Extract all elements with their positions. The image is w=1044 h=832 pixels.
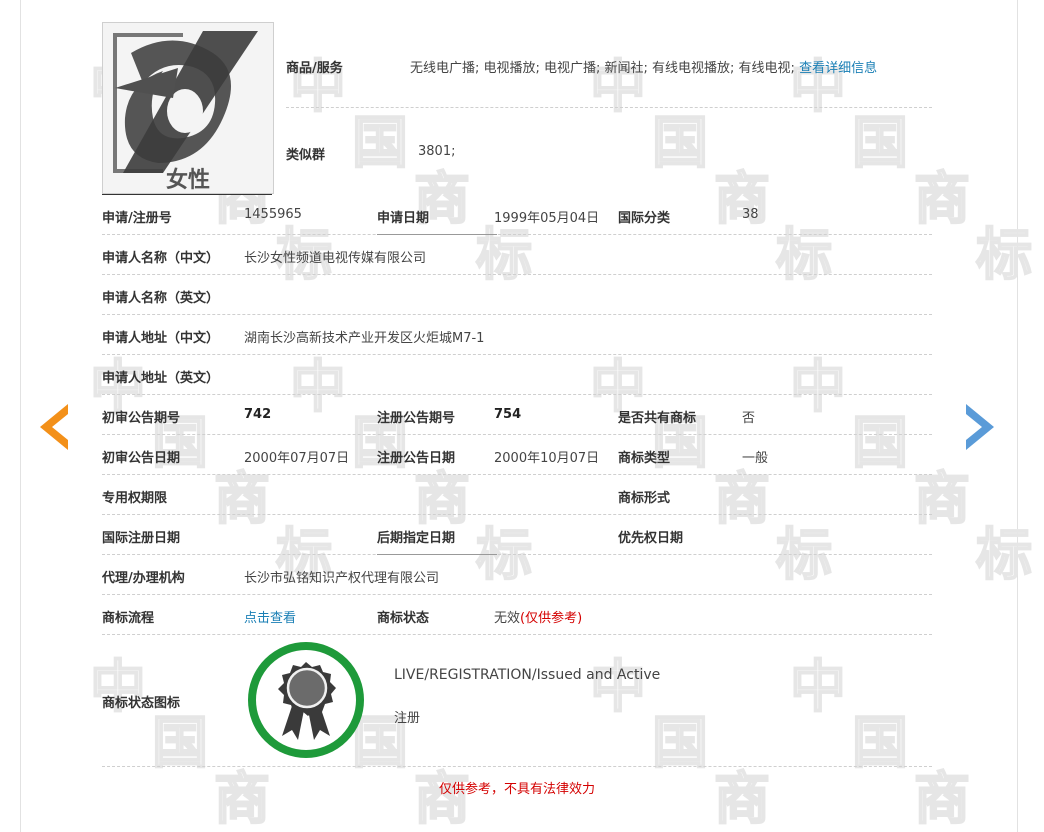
divider	[102, 194, 272, 195]
intl-class-value: 38	[742, 207, 759, 222]
divider	[102, 766, 932, 767]
divider	[102, 434, 932, 435]
app-date-label: 申请日期	[377, 211, 430, 226]
status-text: 无效	[494, 611, 521, 626]
applicant-en-label: 申请人名称（英文）	[102, 291, 220, 306]
later-date-label: 后期指定日期	[377, 531, 456, 546]
divider	[102, 274, 932, 275]
intl-class-label: 国际分类	[618, 211, 671, 226]
view-details-link[interactable]: 查看详细信息	[799, 61, 877, 76]
registration-seal-icon	[246, 640, 366, 760]
tm-type-label: 商标类型	[618, 451, 671, 466]
app-date-value: 1999年05月04日	[494, 211, 600, 226]
status-label: 商标状态	[377, 611, 430, 626]
exclusive-period-label: 专用权期限	[102, 491, 168, 506]
divider	[102, 474, 932, 475]
intl-reg-date-label: 国际注册日期	[102, 531, 181, 546]
address-cn-label: 申请人地址（中文）	[102, 331, 220, 346]
tm-type-value: 一般	[742, 451, 769, 466]
divider	[102, 394, 932, 395]
reg-pub-date-label: 注册公告日期	[377, 451, 456, 466]
goods-value: 无线电广播; 电视播放; 电视广播; 新闻社; 有线电视播放; 有线电视; 查看…	[410, 57, 877, 76]
reg-no-value: 1455965	[244, 207, 302, 222]
applicant-cn-label: 申请人名称（中文）	[102, 251, 220, 266]
divider	[377, 234, 497, 235]
address-en-label: 申请人地址（英文）	[102, 371, 220, 386]
agent-label: 代理/办理机构	[102, 571, 185, 586]
trademark-logo-graphic: 女性	[103, 23, 273, 193]
divider	[102, 554, 932, 555]
prelim-no-value: 742	[244, 407, 272, 422]
trademark-image: 女性	[102, 22, 274, 194]
shared-value: 否	[742, 411, 756, 426]
process-label: 商标流程	[102, 611, 155, 626]
prelim-date-value: 2000年07月07日	[244, 451, 350, 466]
disclaimer-text: 仅供参考，不具有法律效力	[438, 782, 595, 797]
divider	[102, 594, 932, 595]
similar-group-label: 类似群	[286, 148, 326, 163]
reg-no-label: 申请/注册号	[102, 211, 172, 226]
address-cn-value: 湖南长沙高新技术产业开发区火炬城M7-1	[244, 331, 485, 346]
divider	[102, 234, 932, 235]
divider	[377, 554, 497, 555]
shared-label: 是否共有商标	[618, 411, 697, 426]
process-view-link[interactable]: 点击查看	[244, 607, 296, 626]
goods-list: 无线电广播; 电视播放; 电视广播; 新闻社; 有线电视播放; 有线电视;	[410, 61, 795, 76]
status-icon-line1: LIVE/REGISTRATION/Issued and Active	[394, 667, 661, 683]
status-value: 无效(仅供参考)	[494, 607, 582, 626]
divider	[102, 314, 932, 315]
reg-pub-no-label: 注册公告期号	[377, 411, 456, 426]
prelim-date-label: 初审公告日期	[102, 451, 181, 466]
next-arrow-icon[interactable]	[964, 402, 998, 456]
divider	[102, 514, 932, 515]
status-note: (仅供参考)	[520, 611, 583, 626]
divider	[102, 634, 932, 635]
tm-form-label: 商标形式	[618, 491, 671, 506]
status-icon-label: 商标状态图标	[102, 696, 181, 711]
agent-value: 长沙市弘铭知识产权代理有限公司	[244, 571, 440, 586]
goods-label: 商品/服务	[286, 61, 343, 76]
divider	[286, 107, 932, 108]
reg-pub-date-value: 2000年10月07日	[494, 451, 600, 466]
similar-group-value: 3801;	[418, 144, 456, 159]
status-icon-line2: 注册	[394, 711, 421, 726]
prelim-no-label: 初审公告期号	[102, 411, 181, 426]
logo-text: 女性	[166, 167, 210, 193]
priority-date-label: 优先权日期	[618, 531, 684, 546]
prev-arrow-icon[interactable]	[36, 402, 70, 456]
applicant-cn-value: 长沙女性频道电视传媒有限公司	[244, 251, 427, 266]
divider	[102, 354, 932, 355]
reg-pub-no-value: 754	[494, 407, 522, 422]
